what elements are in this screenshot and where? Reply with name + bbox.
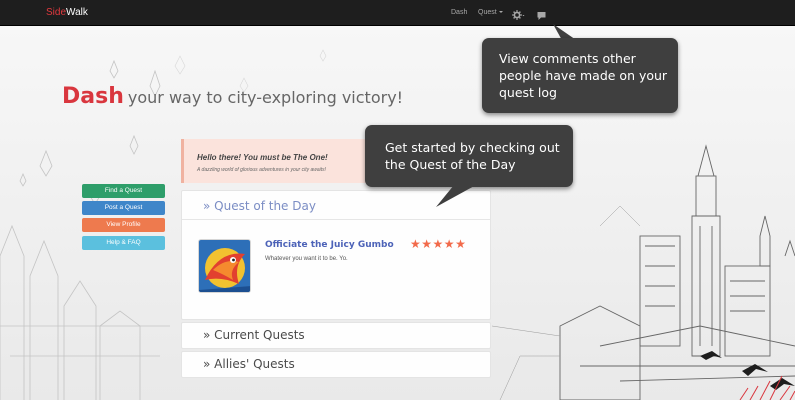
quest-of-day-tooltip: Get started by checking out the Quest of…	[365, 125, 573, 187]
current-quests-header[interactable]: » Current Quests	[203, 328, 305, 342]
view-profile-button[interactable]: View Profile	[82, 218, 165, 232]
panel-divider	[182, 219, 490, 220]
quest-description: Whatever you want it to be. Yo.	[265, 256, 348, 262]
comments-tooltip-text: View comments other people have made on …	[499, 51, 668, 100]
comment-icon	[537, 12, 546, 20]
star-icon: ★	[443, 237, 456, 251]
allies-quests-header[interactable]: » Allies' Quests	[203, 357, 295, 371]
brand-name-part2: Walk	[66, 7, 88, 18]
brand-logo[interactable]: SideWalk	[46, 7, 88, 18]
gear-icon	[512, 10, 525, 20]
brand-name-part1: Side	[46, 7, 67, 18]
top-navbar: SideWalk Dash Quest	[0, 0, 795, 26]
star-icon: ★	[455, 237, 467, 251]
quest-of-day-tooltip-text: Get started by checking out the Quest of…	[385, 140, 560, 172]
star-icon: ★	[432, 237, 444, 251]
settings-dropdown[interactable]	[512, 6, 525, 25]
nav-quest-label: Quest	[478, 9, 497, 16]
nav-quest-dropdown[interactable]: Quest	[478, 9, 503, 16]
star-icon: ★	[421, 237, 433, 251]
star-icon: ★	[410, 237, 422, 251]
quest-of-day-tooltip-arrow	[436, 185, 476, 207]
post-quest-button[interactable]: Post a Quest	[82, 201, 165, 215]
comments-button[interactable]	[537, 6, 546, 25]
chevron-down-icon	[498, 11, 503, 14]
welcome-title: Hello there! You must be The One!	[197, 153, 328, 162]
quest-image	[199, 240, 250, 292]
help-faq-button[interactable]: Help & FAQ	[82, 236, 165, 250]
quest-thumbnail[interactable]	[198, 239, 251, 293]
hero-tagline: your way to city-exploring victory!	[127, 88, 404, 107]
find-quest-button[interactable]: Find a Quest	[82, 184, 165, 198]
quest-of-the-day-header[interactable]: » Quest of the Day	[203, 199, 316, 213]
welcome-subtitle: A dazzling world of glorious adventures …	[197, 167, 327, 173]
hero-headline: Dash your way to city-exploring victory!	[62, 84, 403, 109]
hero-highlight: Dash	[62, 84, 124, 109]
nav-dash-link[interactable]: Dash	[451, 9, 467, 16]
comments-tooltip: View comments other people have made on …	[482, 38, 678, 113]
quest-title-link[interactable]: Officiate the Juicy Gumbo	[265, 240, 394, 250]
quest-rating: ★★★★★	[410, 237, 466, 251]
